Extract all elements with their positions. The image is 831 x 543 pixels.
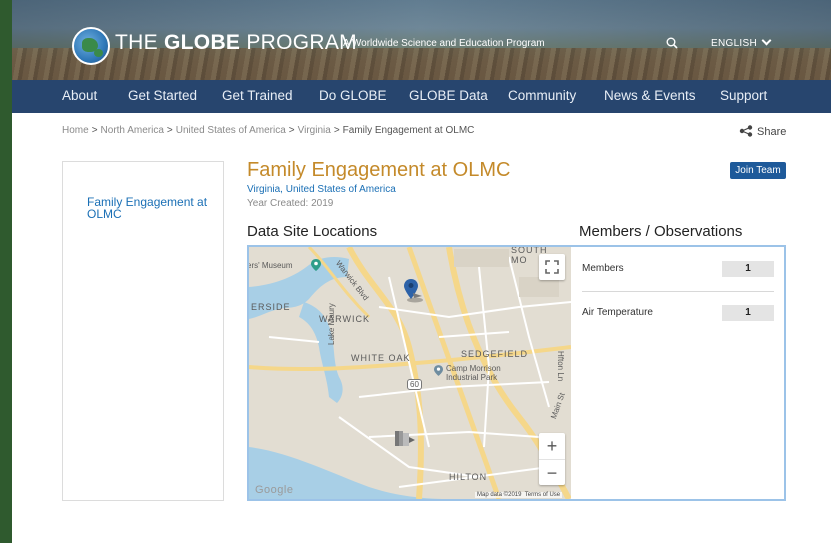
route-shield: 60 — [407, 379, 422, 390]
members-observations-list: Members 1 Air Temperature 1 — [582, 247, 782, 499]
location-country-link[interactable]: United States of America — [286, 184, 396, 195]
place-pin-icon — [434, 365, 443, 376]
page-title: Family Engagement at OLMC — [247, 159, 511, 181]
members-row: Members 1 — [582, 260, 774, 278]
share-button[interactable]: Share — [739, 125, 786, 138]
location-state-link[interactable]: Virginia — [247, 184, 280, 195]
place-pin-icon — [311, 259, 321, 271]
map-label-mo: MO — [511, 255, 528, 265]
team-location: Virginia, United States of America — [247, 184, 396, 195]
breadcrumb-current: Family Engagement at OLMC — [342, 125, 475, 136]
fullscreen-icon — [545, 260, 559, 274]
share-icon — [739, 125, 753, 137]
member-label: Members — [582, 263, 624, 274]
map-label-hilton: HILTON — [449, 472, 488, 482]
nav-item-do-globe[interactable]: Do GLOBE — [319, 88, 387, 103]
breadcrumb: Home > North America > United States of Amer… — [62, 125, 475, 136]
zoom-in-button[interactable]: + — [539, 433, 565, 459]
sites-members-panel: ers' Museum Warwick Blvd ERSIDE WARWICK … — [247, 245, 786, 501]
map-label-white-oak: WHITE OAK — [351, 353, 411, 363]
breadcrumb-home[interactable]: Home — [62, 125, 89, 136]
map-label-hfton: Hfton Ln — [556, 351, 565, 382]
member-count: 1 — [722, 261, 774, 277]
nav-item-community[interactable]: Community — [508, 88, 576, 103]
breadcrumb-virginia[interactable]: Virginia — [298, 125, 331, 136]
nav-item-globe-data[interactable]: GLOBE Data — [409, 88, 488, 103]
nav-item-get-started[interactable]: Get Started — [128, 88, 197, 103]
map-label-industrial-park: Industrial Park — [446, 373, 498, 382]
globe-logo-icon[interactable] — [72, 27, 110, 65]
nav-item-get-trained[interactable]: Get Trained — [222, 88, 293, 103]
site-tagline: A Worldwide Science and Education Progra… — [343, 38, 545, 49]
list-divider — [582, 291, 774, 292]
members-heading: Members / Observations — [579, 223, 743, 240]
google-logo: Google — [255, 484, 294, 496]
main-nav: About Get Started Get Trained Do GLOBE G… — [12, 80, 831, 113]
join-team-button[interactable]: Join Team — [730, 162, 786, 179]
nav-item-about[interactable]: About — [62, 88, 97, 103]
search-icon[interactable] — [666, 37, 678, 49]
nav-item-news-events[interactable]: News & Events — [604, 88, 696, 103]
map-label-museum: ers' Museum — [249, 261, 293, 270]
data-site-map[interactable]: ers' Museum Warwick Blvd ERSIDE WARWICK … — [249, 247, 571, 499]
chevron-down-icon — [761, 35, 772, 46]
fullscreen-button[interactable] — [539, 254, 565, 280]
map-zoom-control: + − — [539, 433, 565, 485]
nav-item-support[interactable]: Support — [720, 88, 767, 103]
zoom-out-button[interactable]: − — [539, 459, 565, 485]
observation-row: Air Temperature 1 — [582, 304, 774, 322]
breadcrumb-north-america[interactable]: North America — [101, 125, 164, 136]
map-label-lake-maury: Lake Maury — [327, 303, 336, 345]
observation-label: Air Temperature — [582, 307, 653, 318]
data-site-icon[interactable] — [395, 429, 417, 447]
year-created: Year Created: 2019 — [247, 198, 334, 209]
map-attribution: Map data ©2019 Terms of Use — [475, 492, 563, 498]
site-header: THE GLOBE PROGRAM A Worldwide Science an… — [12, 0, 831, 80]
map-label-camp-morrison: Camp Morrison — [446, 364, 501, 373]
breadcrumb-united-states[interactable]: United States of America — [176, 125, 286, 136]
map-label-riverside: ERSIDE — [251, 302, 291, 312]
sidebar-item-team[interactable]: Family Engagement at OLMC — [87, 196, 217, 220]
site-logo-text[interactable]: THE GLOBE PROGRAM — [115, 31, 357, 55]
observation-count: 1 — [722, 305, 774, 321]
map-marker-icon[interactable] — [404, 279, 424, 303]
team-sidebar: Family Engagement at OLMC — [62, 161, 224, 501]
map-label-sedgefield: SEDGEFIELD — [461, 349, 529, 359]
data-sites-heading: Data Site Locations — [247, 223, 378, 240]
terms-of-use-link[interactable]: Terms of Use — [525, 492, 560, 498]
language-selector[interactable]: ENGLISH — [711, 35, 772, 49]
page: THE GLOBE PROGRAM A Worldwide Science an… — [12, 0, 831, 543]
